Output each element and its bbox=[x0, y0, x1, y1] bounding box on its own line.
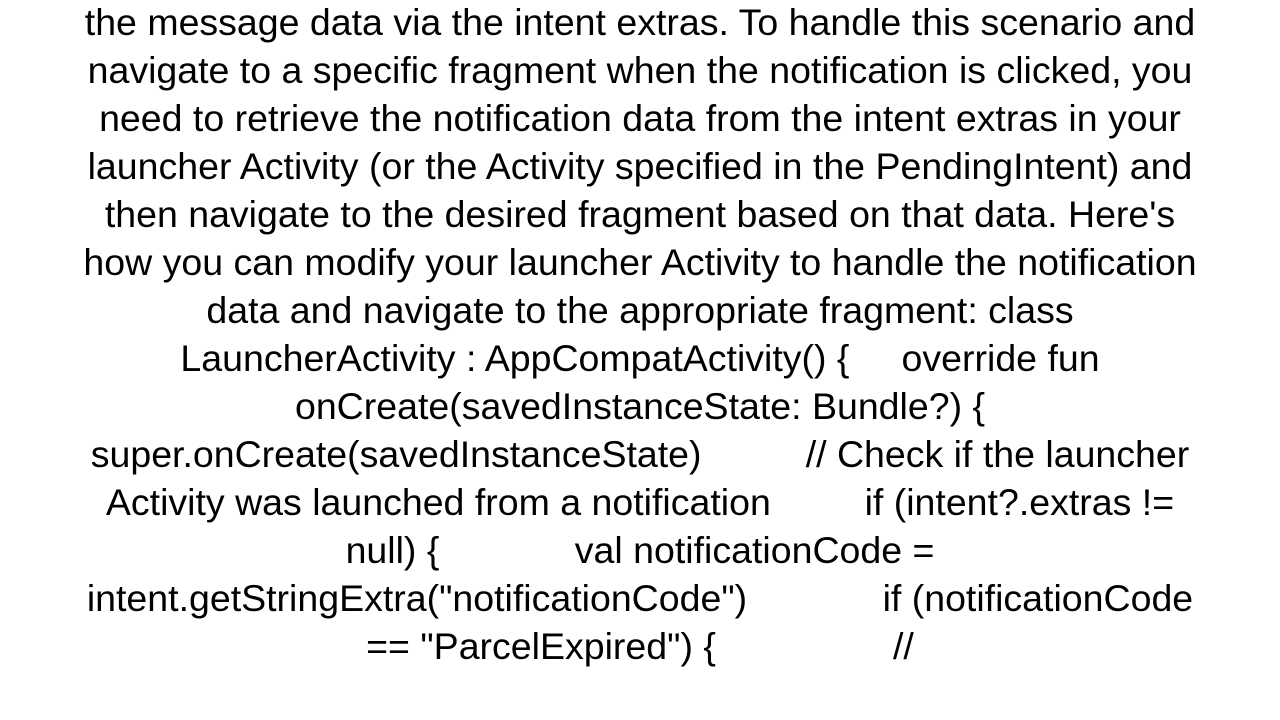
document-viewport: the message data via the intent extras. … bbox=[0, 0, 1280, 720]
document-body-text: the message data via the intent extras. … bbox=[80, 0, 1200, 670]
